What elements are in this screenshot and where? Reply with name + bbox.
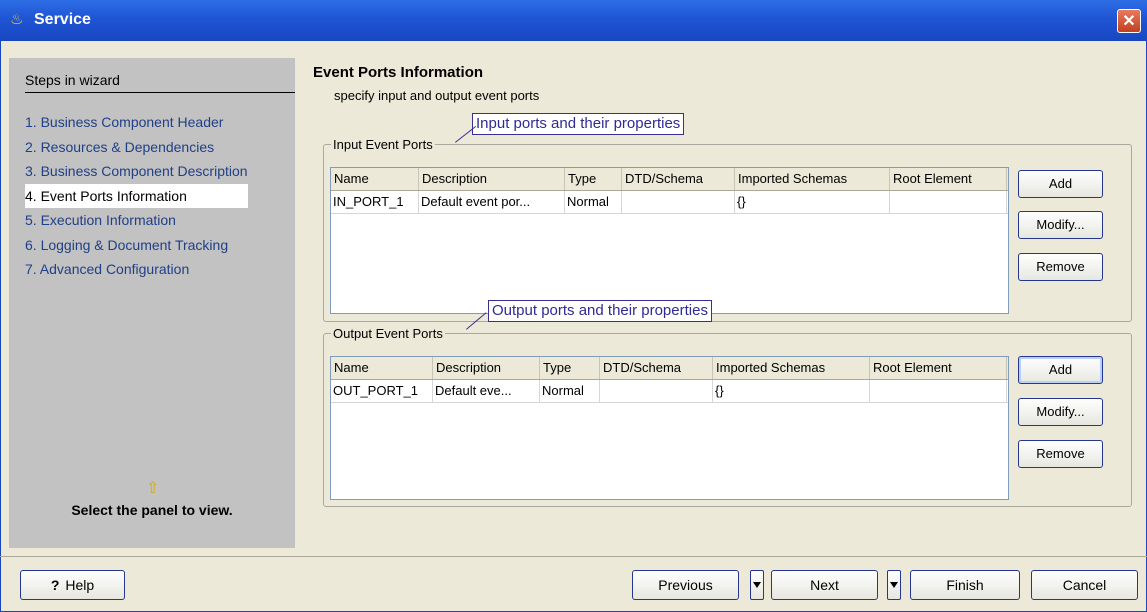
- next-button[interactable]: Next: [771, 570, 878, 600]
- step-item[interactable]: 2. Resources & Dependencies: [25, 135, 248, 160]
- column-header[interactable]: Type: [540, 357, 600, 379]
- finish-label: Finish: [946, 577, 984, 593]
- up-arrow-icon: ⇧: [146, 480, 160, 497]
- table-header: Name Description Type DTD/Schema Importe…: [331, 357, 1008, 380]
- steps-divider: [25, 92, 295, 93]
- help-icon: ?: [50, 577, 60, 593]
- steps-panel: Steps in wizard 1. Business Component He…: [9, 58, 295, 548]
- input-ports-group-title: Input Event Ports: [331, 137, 435, 152]
- title-bar: ♨ Service ✕: [0, 0, 1147, 40]
- table-cell: IN_PORT_1: [331, 191, 419, 213]
- table-cell: Default eve...: [433, 380, 540, 402]
- column-header[interactable]: DTD/Schema: [600, 357, 713, 379]
- table-header: Name Description Type DTD/Schema Importe…: [331, 168, 1008, 191]
- input-remove-button[interactable]: Remove: [1018, 253, 1103, 281]
- table-cell: [870, 380, 1007, 402]
- java-cup-icon: ♨: [10, 11, 24, 28]
- column-header[interactable]: Description: [419, 168, 565, 190]
- input-ports-callout: Input ports and their properties: [472, 113, 685, 135]
- column-header[interactable]: Name: [331, 357, 433, 379]
- step-item[interactable]: 7. Advanced Configuration: [25, 257, 248, 282]
- column-header[interactable]: Imported Schemas: [735, 168, 890, 190]
- table-cell: [622, 191, 735, 213]
- input-add-button[interactable]: Add: [1018, 170, 1103, 198]
- column-header[interactable]: Root Element: [870, 357, 1007, 379]
- previous-button[interactable]: Previous: [632, 570, 739, 600]
- page-title: Event Ports Information: [313, 64, 484, 81]
- window-title: Service: [34, 11, 91, 28]
- output-ports-group-title: Output Event Ports: [331, 326, 445, 341]
- column-header[interactable]: Type: [565, 168, 622, 190]
- steps-heading: Steps in wizard: [25, 72, 120, 88]
- step-item[interactable]: 1. Business Component Header: [25, 110, 248, 135]
- previous-label: Previous: [658, 577, 713, 593]
- footer-divider: [0, 556, 1147, 557]
- steps-hint: Select the panel to view.: [71, 502, 233, 518]
- cancel-label: Cancel: [1062, 577, 1107, 593]
- table-cell: Default event por...: [419, 191, 565, 213]
- input-ports-table[interactable]: Name Description Type DTD/Schema Importe…: [330, 167, 1009, 314]
- step-item-active[interactable]: 4. Event Ports Information: [25, 183, 248, 208]
- next-dropdown-button[interactable]: [887, 570, 901, 600]
- page-subtitle: specify input and output event ports: [334, 88, 540, 103]
- step-item[interactable]: 5. Execution Information: [25, 208, 248, 233]
- table-row[interactable]: OUT_PORT_1 Default eve... Normal {}: [331, 380, 1008, 403]
- column-header[interactable]: Description: [433, 357, 540, 379]
- output-remove-button[interactable]: Remove: [1018, 440, 1103, 468]
- finish-button[interactable]: Finish: [910, 570, 1020, 600]
- help-label: Help: [65, 577, 95, 593]
- table-cell: {}: [713, 380, 870, 402]
- close-button[interactable]: ✕: [1117, 9, 1141, 33]
- table-cell: [890, 191, 1007, 213]
- help-button[interactable]: ? Help: [20, 570, 125, 600]
- output-add-button[interactable]: Add: [1018, 356, 1103, 384]
- previous-dropdown-button[interactable]: [750, 570, 764, 600]
- column-header[interactable]: Root Element: [890, 168, 1007, 190]
- input-modify-button[interactable]: Modify...: [1018, 211, 1103, 239]
- table-row[interactable]: IN_PORT_1 Default event por... Normal {}: [331, 191, 1008, 214]
- steps-list: 1. Business Component Header 2. Resource…: [25, 110, 248, 282]
- step-item[interactable]: 3. Business Component Description: [25, 159, 248, 184]
- output-ports-callout: Output ports and their properties: [488, 300, 712, 322]
- step-item[interactable]: 6. Logging & Document Tracking: [25, 233, 248, 258]
- column-header[interactable]: DTD/Schema: [622, 168, 735, 190]
- next-label: Next: [810, 577, 839, 593]
- table-cell: Normal: [565, 191, 622, 213]
- output-modify-button[interactable]: Modify...: [1018, 398, 1103, 426]
- table-cell: OUT_PORT_1: [331, 380, 433, 402]
- table-cell: [600, 380, 713, 402]
- table-cell: Normal: [540, 380, 600, 402]
- table-cell: {}: [735, 191, 890, 213]
- output-ports-table[interactable]: Name Description Type DTD/Schema Importe…: [330, 356, 1009, 500]
- column-header[interactable]: Name: [331, 168, 419, 190]
- cancel-button[interactable]: Cancel: [1031, 570, 1138, 600]
- column-header[interactable]: Imported Schemas: [713, 357, 870, 379]
